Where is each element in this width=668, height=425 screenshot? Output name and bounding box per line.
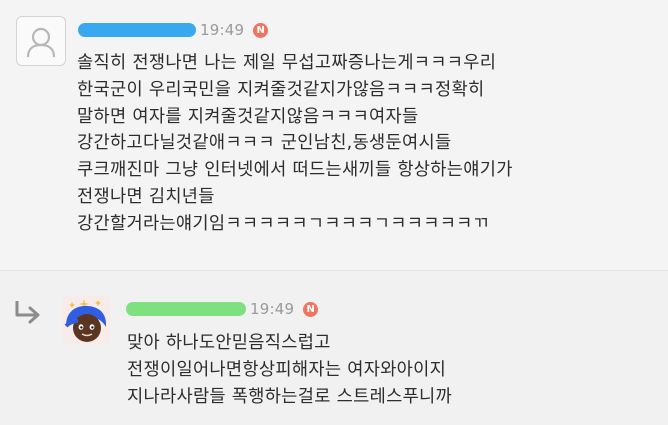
comment-meta: 19:49 N: [78, 18, 269, 42]
comment-line: 쿠크깨진마 그냥 인터넷에서 떠드는새끼들 항상하는얘기가: [77, 160, 513, 181]
reply-line: 맞아 하나도안믿음직스럽고: [127, 333, 331, 353]
comment-body: 솔직히 전쟁나면 나는 제일 무섭고짜증나는게ㅋㅋㅋ우리 한국군이 우리국민을 …: [77, 50, 513, 238]
new-badge: N: [303, 301, 319, 317]
comment-line: 솔직히 전쟁나면 나는 제일 무섭고짜증나는게ㅋㅋㅋ우리: [77, 53, 497, 73]
comment-line: 강간하고다닐것같애ㅋㅋㅋ 군인남친,동생둔여시들: [77, 133, 452, 154]
reply-body: 맞아 하나도안믿음직스럽고 전쟁이일어나면항상피해자는 여자와아이지 지나라사람…: [127, 330, 452, 410]
reply-line: 지나라사람들 폭행하는걸로 스트레스푸니까: [127, 386, 453, 407]
reply-comment: 19:49 N 맞아 하나도안믿음직스럽고 전쟁이일어나면항상피해자는 여자와아…: [0, 271, 668, 425]
reply-line: 전쟁이일어나면항상피해자는 여자와아이지: [127, 359, 447, 380]
comment-line: 전쟁나면 김치년들: [77, 186, 215, 207]
username-redacted[interactable]: [126, 302, 246, 316]
reply-meta: 19:49 N: [126, 297, 319, 321]
new-badge: N: [253, 22, 269, 38]
comment-time: 19:49: [200, 21, 245, 39]
comment-line: 말하면 여자를 지켜줄것같지않음ㅋㅋㅋ여자들: [77, 106, 419, 127]
comment-line: 한국군이 우리국민을 지켜줄것같지가않음ㅋㅋㅋ정확히: [77, 79, 485, 100]
reply-arrow-icon: [14, 299, 44, 329]
comment-line: 강간할거라는얘기임ㅋㅋㅋㅋㅋㄱㅋㅋㅋㄱㅋㅋㅋㅋㅋㄲ: [77, 213, 490, 234]
comment-post: 19:49 N 솔직히 전쟁나면 나는 제일 무섭고짜증나는게ㅋㅋㅋ우리 한국군…: [0, 0, 668, 270]
default-user-icon[interactable]: [16, 16, 66, 66]
username-redacted[interactable]: [78, 23, 196, 37]
reply-time: 19:49: [250, 300, 295, 318]
profile-photo[interactable]: [62, 296, 110, 344]
